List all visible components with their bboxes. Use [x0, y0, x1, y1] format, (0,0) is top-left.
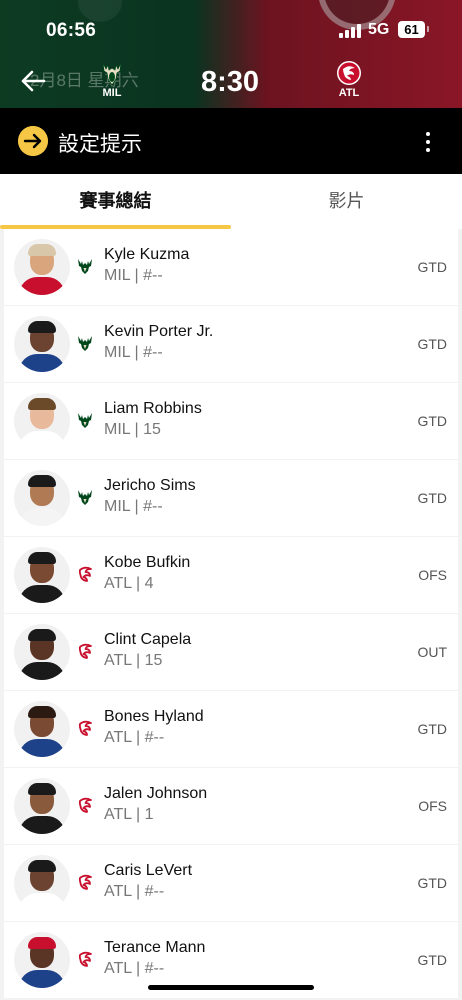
player-status: GTD: [417, 875, 447, 891]
player-team-number: ATL | #--: [104, 960, 165, 977]
player-team-number: MIL | #--: [104, 344, 163, 361]
player-team-number: ATL | 4: [104, 575, 154, 592]
player-name: Kobe Bufkin: [104, 554, 191, 571]
team-logo-icon: [78, 797, 92, 813]
player-status: GTD: [417, 413, 447, 429]
player-status: GTD: [417, 952, 447, 968]
home-team-abbr: ATL: [338, 87, 360, 99]
player-name: Terance Mann: [104, 939, 206, 956]
battery-icon: 61: [398, 21, 425, 38]
network-type: 5G: [368, 21, 390, 38]
back-arrow-icon[interactable]: [18, 66, 48, 96]
player-avatar: [14, 316, 70, 372]
player-status: GTD: [417, 259, 447, 275]
home-team[interactable]: ATL: [324, 60, 374, 99]
player-row[interactable]: Jalen Johnson ATL | 1 OFS: [4, 768, 458, 844]
team-logo-icon: [78, 566, 92, 582]
player-name: Jericho Sims: [104, 477, 196, 494]
player-team-number: MIL | #--: [104, 498, 163, 515]
team-logo-icon: [78, 874, 92, 890]
player-status: OFS: [418, 798, 447, 814]
team-logo-icon: [78, 413, 92, 428]
player-row[interactable]: Clint Capela ATL | 15 OUT: [4, 614, 458, 690]
player-status: GTD: [417, 336, 447, 352]
player-row[interactable]: Kyle Kuzma MIL | #-- GTD: [4, 229, 458, 305]
bucks-logo-icon: [102, 62, 122, 86]
tab-game-summary[interactable]: 賽事總結: [0, 174, 231, 229]
team-logo-icon: [78, 490, 92, 505]
tab-videos[interactable]: 影片: [231, 174, 462, 229]
player-name: Caris LeVert: [104, 862, 193, 879]
header-decoration: [78, 0, 122, 22]
banner-title[interactable]: 設定提示: [58, 128, 142, 158]
player-team-number: MIL | 15: [104, 421, 161, 438]
player-status: GTD: [417, 490, 447, 506]
hawks-logo-icon: [337, 61, 361, 85]
player-row[interactable]: Liam Robbins MIL | 15 GTD: [4, 383, 458, 459]
game-header: 06:56 5G 61 2月8日 星期六 MIL 8:30 ATL: [0, 0, 462, 108]
player-row[interactable]: Kobe Bufkin ATL | 4 OFS: [4, 537, 458, 613]
team-logo-icon: [78, 336, 92, 351]
player-row[interactable]: Jericho Sims MIL | #-- GTD: [4, 460, 458, 536]
player-avatar: [14, 855, 70, 911]
player-row[interactable]: Bones Hyland ATL | #-- GTD: [4, 691, 458, 767]
away-team-abbr: MIL: [102, 87, 122, 99]
player-avatar: [14, 239, 70, 295]
player-team-number: MIL | #--: [104, 267, 163, 284]
player-row[interactable]: Kevin Porter Jr. MIL | #-- GTD: [4, 306, 458, 382]
team-logo-icon: [78, 951, 92, 967]
player-avatar: [14, 470, 70, 526]
player-name: Clint Capela: [104, 631, 192, 648]
player-avatar: [14, 393, 70, 449]
team-logo-icon: [78, 259, 92, 274]
team-logo-icon: [78, 643, 92, 659]
injury-report-list: Kyle Kuzma MIL | #-- GTD Kevin Porter Jr…: [0, 229, 462, 1000]
player-status: OFS: [418, 567, 447, 583]
battery-tip: [427, 26, 429, 32]
signal-icon: [339, 24, 361, 38]
player-row[interactable]: Caris LeVert ATL | #-- GTD: [4, 845, 458, 921]
home-indicator[interactable]: [148, 985, 314, 990]
player-name: Kyle Kuzma: [104, 246, 190, 263]
player-team-number: ATL | #--: [104, 729, 165, 746]
tab-bar: 賽事總結 影片: [0, 174, 462, 229]
arrow-right-circle-icon[interactable]: [18, 126, 48, 156]
player-status: GTD: [417, 721, 447, 737]
player-team-number: ATL | #--: [104, 883, 165, 900]
player-avatar: [14, 701, 70, 757]
player-name: Bones Hyland: [104, 708, 204, 725]
player-avatar: [14, 547, 70, 603]
player-avatar: [14, 778, 70, 834]
away-team[interactable]: MIL: [87, 60, 137, 99]
game-clock: 8:30: [200, 66, 260, 98]
player-name: Kevin Porter Jr.: [104, 323, 214, 340]
team-logo-icon: [78, 720, 92, 736]
player-avatar: [14, 624, 70, 680]
more-options-icon[interactable]: [418, 130, 438, 154]
player-name: Jalen Johnson: [104, 785, 208, 802]
player-status: OUT: [417, 644, 447, 660]
status-time: 06:56: [46, 20, 97, 41]
player-avatar: [14, 932, 70, 988]
player-name: Liam Robbins: [104, 400, 202, 417]
player-team-number: ATL | 1: [104, 806, 154, 823]
player-team-number: ATL | 15: [104, 652, 163, 669]
